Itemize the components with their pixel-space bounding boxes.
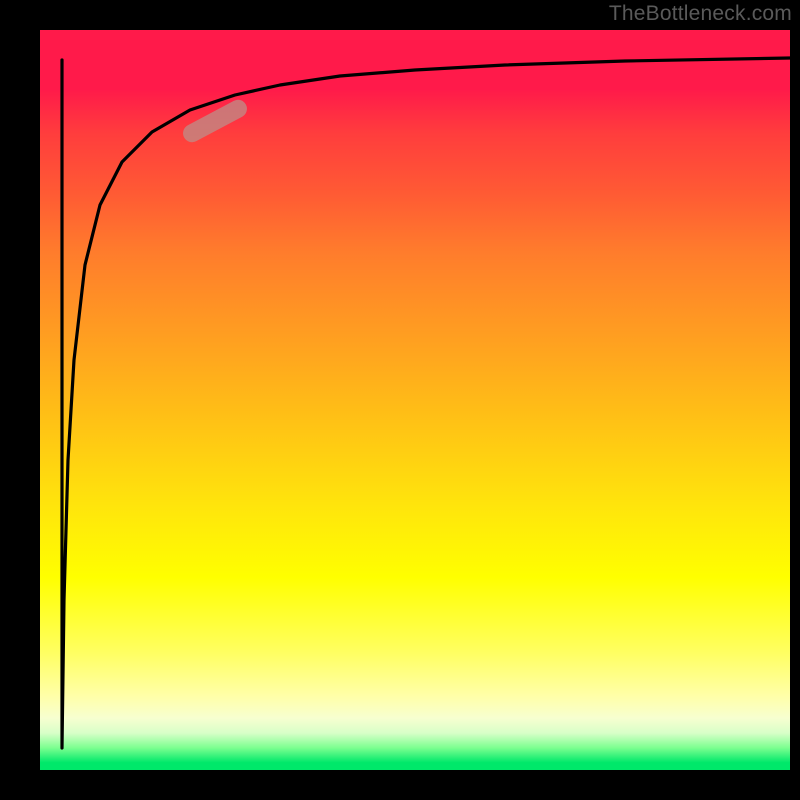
chart-curve-layer [40,30,790,770]
curve-marker [180,97,250,146]
watermark-text: TheBottleneck.com [609,2,792,26]
bottleneck-curve [62,58,790,748]
